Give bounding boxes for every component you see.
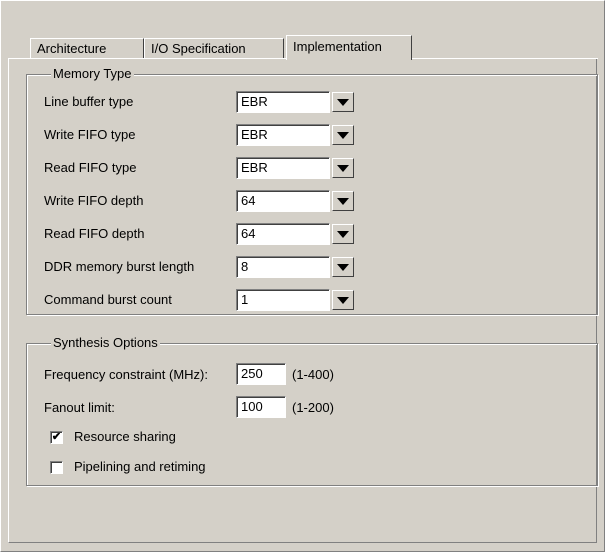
dropdown-arrow-icon[interactable] — [332, 92, 354, 112]
command-burst-count-field[interactable]: 1 — [236, 289, 330, 311]
synthesis-options-title: Synthesis Options — [51, 335, 160, 351]
tab-strip: Architecture I/O Specification Implement… — [20, 20, 600, 60]
frequency-range-hint: (1-400) — [292, 367, 334, 382]
dropdown-arrow-icon[interactable] — [332, 290, 354, 310]
fanout-range-hint: (1-200) — [292, 400, 334, 415]
frequency-constraint-label: Frequency constraint (MHz): — [44, 367, 208, 382]
write-fifo-depth-field[interactable]: 64 — [236, 190, 330, 212]
dropdown-arrow-icon[interactable] — [332, 257, 354, 277]
dropdown-arrow-icon[interactable] — [332, 158, 354, 178]
dropdown-arrow-icon[interactable] — [332, 191, 354, 211]
tab-implementation[interactable]: Implementation — [286, 35, 412, 60]
ddr-burst-length-combo[interactable]: 8 — [236, 256, 358, 278]
ddr-burst-length-field[interactable]: 8 — [236, 256, 330, 278]
pipelining-checkbox[interactable] — [50, 461, 63, 474]
fanout-limit-input[interactable]: 100 — [236, 396, 286, 418]
pipelining-label[interactable]: Pipelining and retiming — [74, 459, 206, 475]
read-fifo-type-label: Read FIFO type — [44, 160, 137, 175]
read-fifo-depth-field[interactable]: 64 — [236, 223, 330, 245]
fanout-limit-label: Fanout limit: — [44, 400, 115, 415]
ddr-burst-length-label: DDR memory burst length — [44, 259, 195, 274]
line-buffer-type-combo[interactable]: EBR — [236, 91, 358, 113]
read-fifo-type-combo[interactable]: EBR — [236, 157, 358, 179]
tab-io-specification[interactable]: I/O Specification — [144, 38, 284, 59]
dropdown-arrow-icon[interactable] — [332, 224, 354, 244]
dropdown-arrow-icon[interactable] — [332, 125, 354, 145]
write-fifo-depth-label: Write FIFO depth — [44, 193, 144, 208]
write-fifo-type-combo[interactable]: EBR — [236, 124, 358, 146]
read-fifo-depth-label: Read FIFO depth — [44, 226, 145, 241]
tab-io-specification-label: I/O Specification — [151, 41, 246, 56]
frequency-constraint-input[interactable]: 250 — [236, 363, 286, 385]
line-buffer-type-label: Line buffer type — [44, 94, 134, 109]
write-fifo-type-field[interactable]: EBR — [236, 124, 330, 146]
read-fifo-type-field[interactable]: EBR — [236, 157, 330, 179]
read-fifo-depth-combo[interactable]: 64 — [236, 223, 358, 245]
tab-implementation-label: Implementation — [293, 39, 382, 54]
tab-architecture-label: Architecture — [37, 41, 107, 56]
checkmark-icon: ✔ — [51, 431, 62, 443]
write-fifo-type-label: Write FIFO type — [44, 127, 136, 142]
command-burst-count-combo[interactable]: 1 — [236, 289, 358, 311]
memory-type-title: Memory Type — [51, 66, 134, 82]
command-burst-count-label: Command burst count — [44, 292, 172, 307]
resource-sharing-label[interactable]: Resource sharing — [74, 429, 176, 445]
resource-sharing-checkbox[interactable]: ✔ — [50, 431, 63, 444]
tab-architecture[interactable]: Architecture — [30, 38, 144, 59]
write-fifo-depth-combo[interactable]: 64 — [236, 190, 358, 212]
line-buffer-type-field[interactable]: EBR — [236, 91, 330, 113]
